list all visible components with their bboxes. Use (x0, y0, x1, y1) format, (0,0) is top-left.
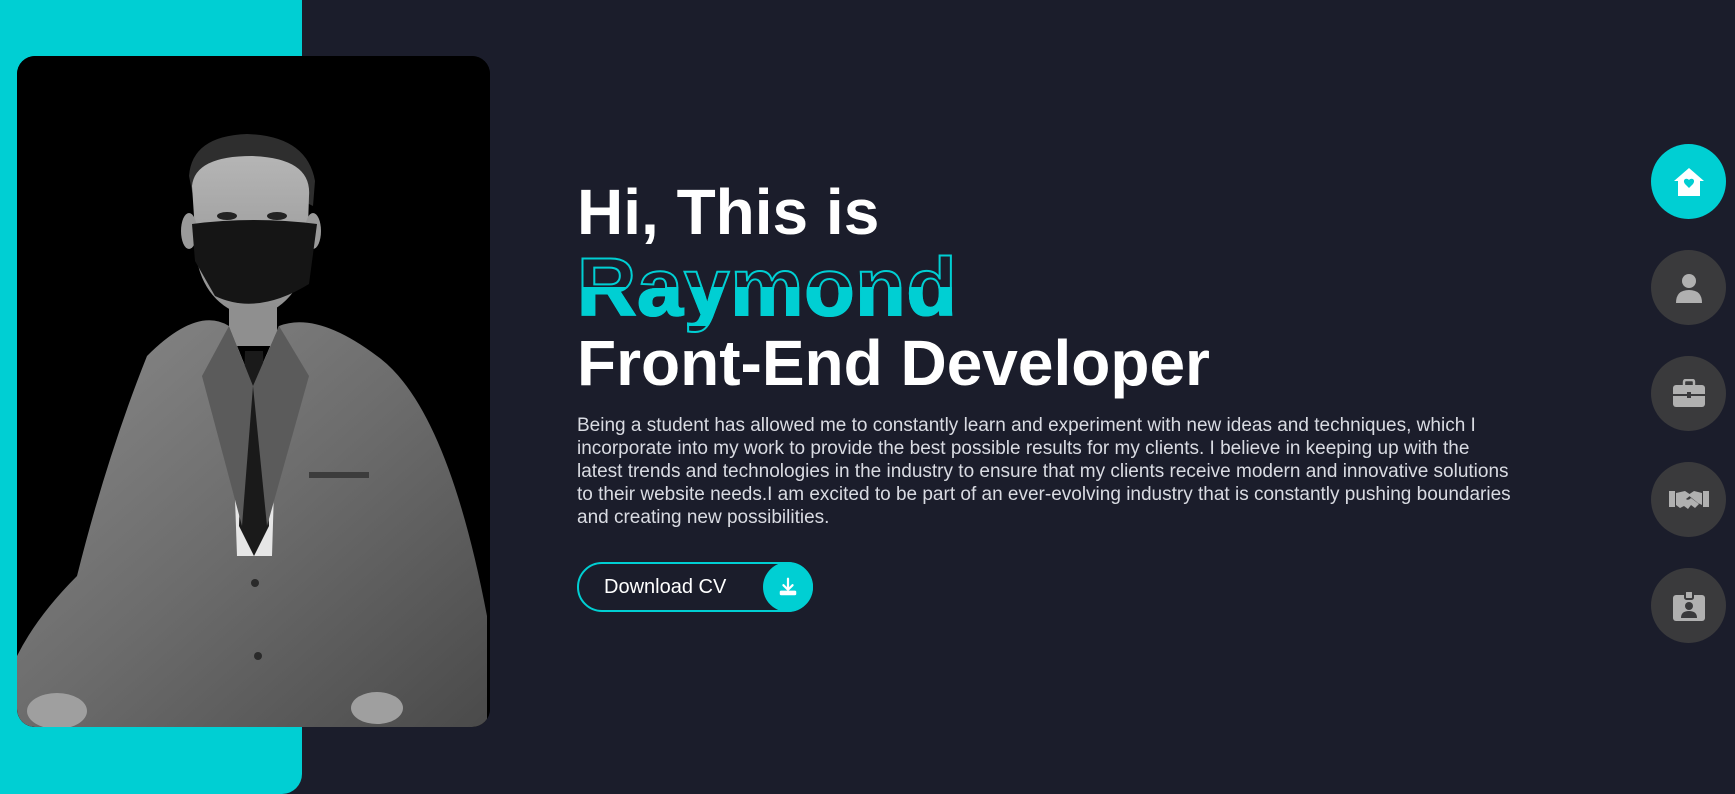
bio-paragraph: Being a student has allowed me to consta… (577, 415, 1511, 528)
nav-home-button[interactable] (1651, 144, 1726, 219)
name-heading: Raymond (576, 242, 958, 333)
user-icon (1674, 272, 1704, 304)
nav-contact-button[interactable] (1651, 568, 1726, 643)
home-icon (1671, 166, 1707, 198)
nav-services-button[interactable] (1651, 356, 1726, 431)
download-icon (763, 562, 813, 612)
nav-clients-button[interactable] (1651, 462, 1726, 537)
greeting-heading: Hi, This is (577, 176, 880, 248)
hero-section: Hi, This is Raymond Front-End Developer … (576, 176, 1527, 529)
download-cv-button[interactable]: Download CV (577, 562, 813, 612)
side-navigation (1651, 144, 1727, 674)
briefcase-icon (1672, 378, 1706, 409)
contact-card-icon (1672, 589, 1706, 622)
role-heading: Front-End Developer (577, 327, 1210, 399)
nav-about-button[interactable] (1651, 250, 1726, 325)
handshake-icon (1668, 486, 1709, 514)
profile-photo (17, 56, 490, 727)
download-cv-label: Download CV (604, 575, 727, 598)
